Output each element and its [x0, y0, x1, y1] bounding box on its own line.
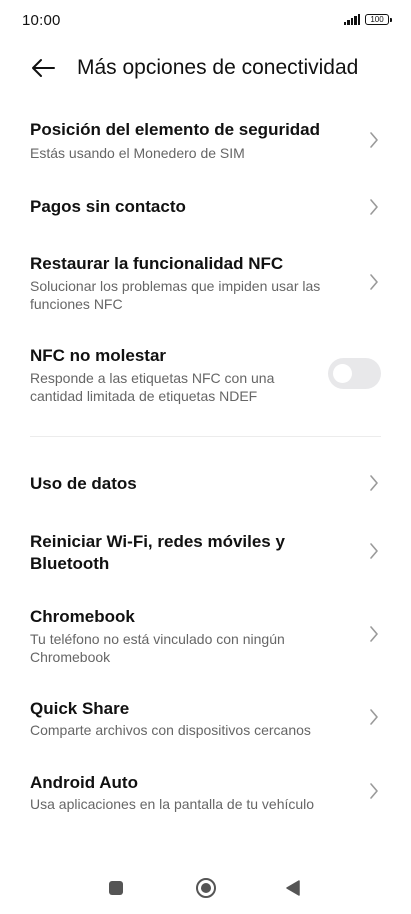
setting-title: Posición del elemento de seguridad	[30, 120, 321, 139]
setting-quick-share[interactable]: Quick Share Comparte archivos con dispos…	[0, 694, 411, 742]
setting-data-usage[interactable]: Uso de datos	[0, 468, 411, 498]
square-icon[interactable]	[109, 881, 123, 895]
setting-title: Reiniciar Wi-Fi, redes móviles y Bluetoo…	[30, 532, 285, 573]
chevron-right-icon	[370, 783, 378, 799]
section-divider	[30, 436, 381, 437]
setting-title: Pagos sin contacto	[30, 197, 186, 216]
setting-restore-nfc[interactable]: Restaurar la funcionalidad NFC Soluciona…	[0, 248, 411, 318]
setting-security-element-position[interactable]: Posición del elemento de seguridad Estás…	[0, 112, 411, 170]
nfc-do-not-disturb-toggle[interactable]	[328, 358, 381, 389]
chevron-right-icon	[370, 626, 378, 642]
setting-title: NFC no molestar	[30, 346, 167, 365]
arrow-left-icon[interactable]	[30, 56, 56, 80]
setting-title: Android Auto	[30, 773, 138, 792]
app-header: Más opciones de conectividad	[0, 50, 411, 90]
setting-subtitle: Comparte archivos con dispositivos cerca…	[30, 722, 311, 738]
chevron-right-icon	[370, 132, 378, 148]
triangle-left-icon[interactable]	[285, 879, 301, 897]
chevron-right-icon	[370, 543, 378, 559]
status-icons: 100	[343, 14, 392, 25]
status-time: 10:00	[22, 12, 61, 29]
toggle-knob	[333, 364, 352, 383]
battery-level: 100	[370, 14, 384, 24]
page-title: Más opciones de conectividad	[77, 56, 359, 79]
signal-icon	[343, 14, 360, 25]
setting-subtitle: Estás usando el Monedero de SIM	[30, 145, 245, 161]
system-nav-bar	[0, 866, 411, 910]
chevron-right-icon	[370, 274, 378, 290]
setting-android-auto[interactable]: Android Auto Usa aplicaciones en la pant…	[0, 768, 411, 816]
setting-title: Restaurar la funcionalidad NFC	[30, 254, 284, 273]
setting-reset-wifi-mobile-bluetooth[interactable]: Reiniciar Wi-Fi, redes móviles y Bluetoo…	[0, 526, 411, 576]
setting-subtitle: Tu teléfono no está vinculado con ningún…	[30, 631, 285, 665]
chevron-right-icon	[370, 709, 378, 725]
setting-chromebook[interactable]: Chromebook Tu teléfono no está vinculado…	[0, 602, 411, 670]
setting-title: Quick Share	[30, 699, 130, 718]
setting-subtitle: Responde a las etiquetas NFC con una can…	[30, 370, 275, 404]
setting-title: Chromebook	[30, 607, 135, 626]
setting-title: Uso de datos	[30, 474, 137, 493]
setting-nfc-do-not-disturb[interactable]: NFC no molestar Responde a las etiquetas…	[0, 340, 411, 410]
chevron-right-icon	[370, 475, 378, 491]
setting-subtitle: Solucionar los problemas que impiden usa…	[30, 278, 321, 312]
circle-icon[interactable]	[195, 877, 217, 899]
setting-subtitle: Usa aplicaciones en la pantalla de tu ve…	[30, 796, 315, 812]
setting-contactless-payments[interactable]: Pagos sin contacto	[0, 192, 411, 222]
status-bar: 10:00 100	[0, 0, 411, 44]
battery-icon: 100	[365, 14, 392, 25]
chevron-right-icon	[370, 199, 378, 215]
